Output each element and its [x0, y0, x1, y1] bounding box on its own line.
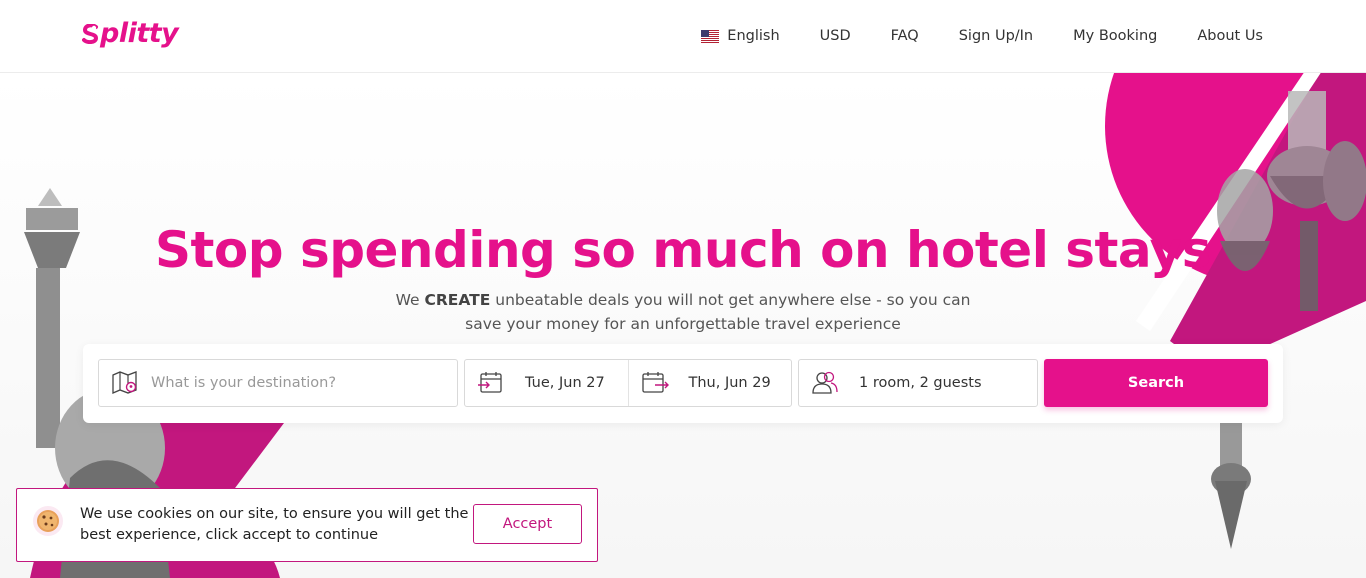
hero-deco-right — [1105, 73, 1366, 549]
guests-selector[interactable]: 1 room, 2 guests — [798, 359, 1038, 407]
us-flag-icon — [701, 29, 720, 43]
subline-rest: unbeatable deals you will not get anywhe… — [465, 291, 971, 333]
cookie-icon — [33, 506, 63, 536]
checkout-date-picker[interactable]: Thu, Jun 29 — [629, 360, 792, 406]
nav-link-about-us[interactable]: About Us — [1197, 28, 1263, 44]
currency-selector[interactable]: USD — [820, 28, 851, 44]
checkin-date-picker[interactable]: Tue, Jun 27 — [465, 360, 628, 406]
destination-input[interactable] — [151, 375, 441, 391]
hero-headline: Stop spending so much on hotel stays — [155, 221, 1211, 279]
guests-value: 1 room, 2 guests — [859, 375, 982, 391]
top-nav: English USD FAQ Sign Up/In My Booking Ab… — [701, 0, 1263, 72]
search-button[interactable]: Search — [1044, 359, 1268, 407]
calendar-checkin-icon — [478, 372, 502, 393]
hero-subheadline: We CREATE unbeatable deals you will not … — [383, 288, 983, 336]
calendar-checkout-icon — [641, 372, 669, 393]
destination-field[interactable] — [98, 359, 458, 407]
dates-field: Tue, Jun 27 Thu, Jun 29 — [464, 359, 792, 407]
site-header: plitty English USD FAQ Sign Up/In My Boo… — [0, 0, 1366, 73]
checkout-value: Thu, Jun 29 — [688, 375, 771, 391]
nav-link-faq[interactable]: FAQ — [891, 28, 919, 44]
checkin-value: Tue, Jun 27 — [525, 375, 605, 391]
logo-s-mark-icon — [82, 23, 99, 44]
cookie-banner: We use cookies on our site, to ensure yo… — [16, 488, 598, 562]
subline-prefix: We — [395, 291, 425, 309]
nav-link-my-booking[interactable]: My Booking — [1073, 28, 1157, 44]
cookie-message: We use cookies on our site, to ensure yo… — [80, 506, 469, 543]
nav-link-signup[interactable]: Sign Up/In — [959, 28, 1033, 44]
map-pin-icon — [112, 371, 137, 394]
language-selector[interactable]: English — [701, 28, 780, 44]
guests-icon — [812, 371, 838, 394]
hotel-search-bar: Tue, Jun 27 Thu, Jun 29 — [83, 344, 1283, 423]
logo-wordmark: plitty — [100, 18, 179, 49]
language-label: English — [727, 28, 780, 44]
subline-emphasis: CREATE — [424, 291, 491, 309]
accept-cookies-button[interactable]: Accept — [473, 504, 582, 544]
splitty-logo[interactable]: plitty — [82, 18, 179, 49]
